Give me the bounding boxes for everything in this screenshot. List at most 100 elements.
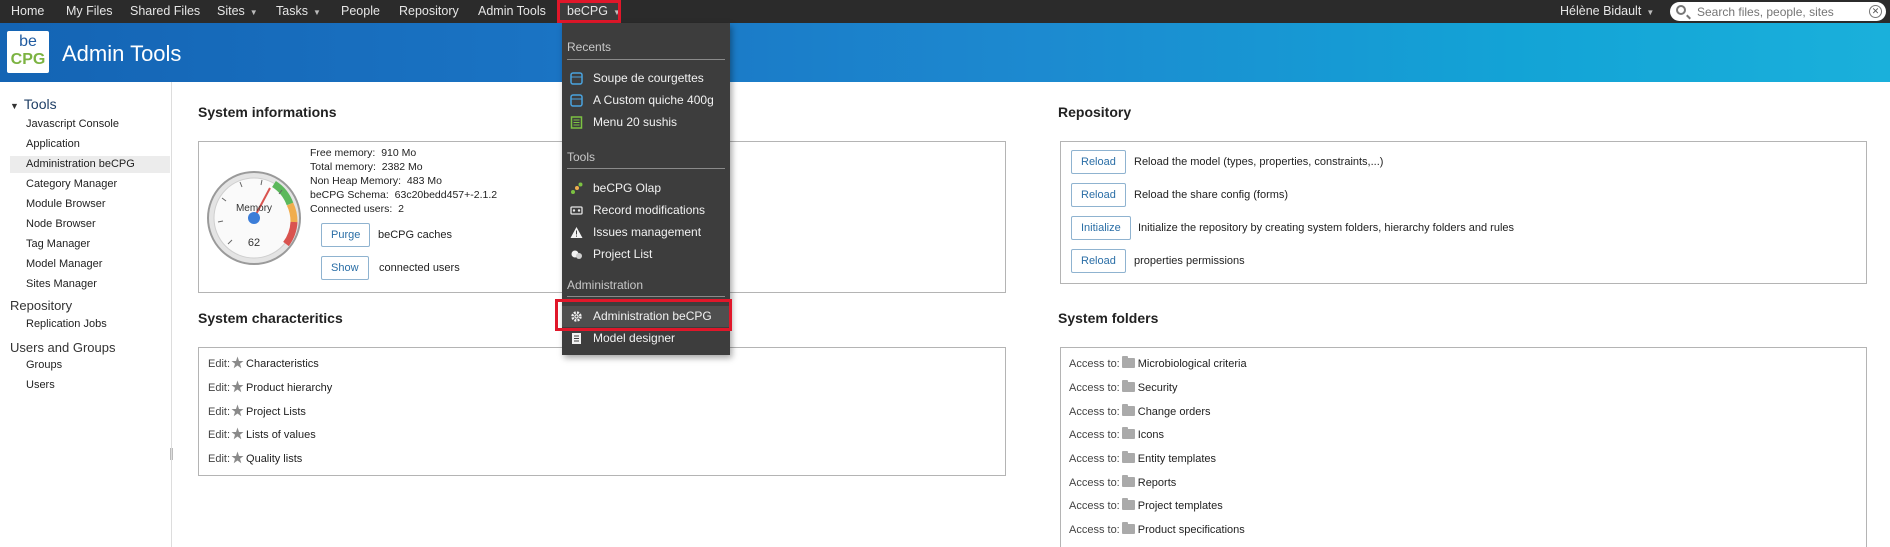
sidebar-item-sites-manager[interactable]: Sites Manager	[26, 276, 97, 293]
edit-prefix: Edit:	[208, 429, 231, 441]
sidebar-tools-heading[interactable]: ▼ Tools	[10, 96, 57, 112]
nav-tasks-label: Tasks	[276, 4, 308, 18]
sidebar-item-tag-manager[interactable]: Tag Manager	[26, 236, 90, 253]
nav-sites[interactable]: Sites ▼	[217, 0, 258, 23]
becpg-schema-value: 63c20bedd457+-2.1.2	[394, 189, 498, 201]
nav-home[interactable]: Home	[11, 0, 44, 23]
sidebar-item-model-manager[interactable]: Model Manager	[26, 256, 102, 273]
model-icon	[572, 333, 581, 344]
nav-repository[interactable]: Repository	[399, 0, 459, 23]
folder-link-reports[interactable]: Access to: Reports	[1069, 475, 1176, 491]
dropdown-item-label: Model designer	[593, 331, 676, 345]
folder-link-change-orders[interactable]: Access to: Change orders	[1069, 404, 1211, 420]
clear-search-icon[interactable]: ✕	[1869, 5, 1882, 18]
edit-product-hierarchy[interactable]: Edit: Product hierarchy	[208, 380, 332, 396]
initialize-repository-button[interactable]: Initialize	[1071, 216, 1131, 240]
edit-prefix: Edit:	[208, 382, 231, 394]
nav-people[interactable]: People	[341, 0, 380, 23]
sidebar-item-application[interactable]: Application	[26, 136, 80, 153]
folder-link-security[interactable]: Access to: Security	[1069, 380, 1178, 396]
sidebar-item-replication-jobs[interactable]: Replication Jobs	[26, 316, 107, 333]
dropdown-item-project-list[interactable]: Project List	[562, 244, 730, 265]
show-button[interactable]: Show	[321, 256, 369, 280]
product-icon	[570, 72, 583, 85]
dropdown-item-custom-quiche[interactable]: A Custom quiche 400g	[562, 90, 730, 111]
sidebar-item-module-browser[interactable]: Module Browser	[26, 196, 105, 213]
edit-lists-of-values[interactable]: Edit: Lists of values	[208, 427, 316, 443]
dropdown-item-label: Project List	[593, 247, 653, 261]
becpg-schema-row: beCPG Schema: 63c20bedd457+-2.1.2	[310, 189, 497, 201]
sidebar-users-heading: Users and Groups	[10, 340, 116, 355]
folder-label: Microbiological criteria	[1137, 358, 1247, 370]
nav-sites-label: Sites	[217, 4, 245, 18]
sidebar-item-users[interactable]: Users	[26, 377, 55, 394]
dropdown-item-issues-management[interactable]: Issues management	[562, 222, 730, 243]
nav-shared-files[interactable]: Shared Files	[130, 0, 200, 23]
becpg-dropdown-menu: Recents Soupe de courgettes A Custom qui…	[562, 23, 730, 355]
folder-icon	[1121, 475, 1135, 487]
user-name: Hélène Bidault	[1560, 4, 1642, 18]
sidebar-item-javascript-console[interactable]: Javascript Console	[26, 116, 119, 133]
star-edit-icon	[231, 427, 244, 440]
folder-link-entity-templates[interactable]: Access to: Entity templates	[1069, 451, 1216, 467]
initialize-repository-description: Initialize the repository by creating sy…	[1138, 222, 1515, 234]
reload-permissions-button[interactable]: Reload	[1071, 249, 1126, 273]
folder-label: Security	[1137, 382, 1178, 394]
edit-project-lists[interactable]: Edit: Project Lists	[208, 404, 306, 420]
top-navigation-bar: Home My Files Shared Files Sites ▼ Tasks ▼…	[0, 0, 1890, 23]
sidebar-repository-heading: Repository	[10, 298, 73, 313]
system-folders-panel	[1060, 347, 1867, 547]
dropdown-item-menu-20-sushis[interactable]: Menu 20 sushis	[562, 112, 730, 133]
star-edit-icon	[231, 356, 244, 369]
menu-icon	[570, 116, 583, 129]
edit-item-label: Product hierarchy	[246, 382, 333, 394]
edit-item-label: Lists of values	[246, 429, 316, 441]
search-input[interactable]	[1697, 4, 1857, 19]
dropdown-item-label: Menu 20 sushis	[593, 115, 678, 129]
sidebar: ▼ Tools Javascript Console Application Ad…	[0, 82, 173, 547]
system-characteristics-title: System characteritics	[198, 310, 343, 326]
edit-characteristics[interactable]: Edit: Characteristics	[208, 356, 319, 372]
nav-admin-tools-label: Admin Tools	[478, 4, 546, 18]
folder-label: Project templates	[1137, 500, 1223, 512]
access-prefix: Access to:	[1069, 500, 1120, 512]
sidebar-item-category-manager[interactable]: Category Manager	[26, 176, 117, 193]
dropdown-item-label: Administration beCPG	[593, 309, 712, 323]
nav-becpg[interactable]: beCPG ▼	[559, 0, 621, 23]
sidebar-item-administration-becpg[interactable]: Administration beCPG	[10, 156, 170, 173]
folder-link-product-specifications[interactable]: Access to: Product specifications	[1069, 522, 1245, 538]
sidebar-item-node-browser[interactable]: Node Browser	[26, 216, 96, 233]
chevron-down-icon: ▼	[613, 8, 621, 17]
becpg-schema-label: beCPG Schema:	[310, 189, 389, 201]
chevron-down-icon: ▼	[1646, 8, 1655, 17]
system-folders-title: System folders	[1058, 310, 1159, 326]
reload-share-config-button[interactable]: Reload	[1071, 183, 1126, 207]
dropdown-item-soupe-de-courgettes[interactable]: Soupe de courgettes	[562, 68, 730, 89]
folder-icon	[1121, 404, 1135, 416]
nav-tasks[interactable]: Tasks ▼	[276, 0, 321, 23]
non-heap-memory-value: 483 Mo	[406, 175, 442, 187]
sidebar-resize-handle[interactable]	[170, 448, 173, 460]
access-prefix: Access to:	[1069, 477, 1120, 489]
reload-model-button[interactable]: Reload	[1071, 150, 1126, 174]
folder-link-icons[interactable]: Access to: Icons	[1069, 427, 1164, 443]
becpg-logo[interactable]: be CPG	[7, 31, 49, 73]
gear-icon	[571, 311, 582, 322]
dropdown-item-becpg-olap[interactable]: beCPG Olap	[562, 178, 730, 199]
folder-icon	[1121, 451, 1135, 463]
dropdown-item-administration-becpg[interactable]: Administration beCPG	[562, 306, 730, 327]
folder-link-microbiological-criteria[interactable]: Access to: Microbiological criteria	[1069, 356, 1247, 372]
dropdown-item-model-designer[interactable]: Model designer	[562, 328, 730, 349]
folder-label: Icons	[1137, 429, 1165, 441]
dropdown-item-record-modifications[interactable]: Record modifications	[562, 200, 730, 221]
purge-button[interactable]: Purge	[321, 223, 371, 247]
nav-my-files[interactable]: My Files	[66, 0, 113, 23]
folder-link-project-templates[interactable]: Access to: Project templates	[1069, 498, 1223, 514]
sidebar-item-groups[interactable]: Groups	[26, 357, 62, 374]
user-menu[interactable]: Hélène Bidault ▼	[1560, 0, 1654, 23]
free-memory-value: 910 Mo	[381, 147, 417, 159]
total-memory-label: Total memory:	[310, 161, 376, 173]
nav-admin-tools[interactable]: Admin Tools	[478, 0, 546, 23]
edit-quality-lists[interactable]: Edit: Quality lists	[208, 451, 302, 467]
sidebar-tools-heading-label: Tools	[23, 96, 57, 112]
